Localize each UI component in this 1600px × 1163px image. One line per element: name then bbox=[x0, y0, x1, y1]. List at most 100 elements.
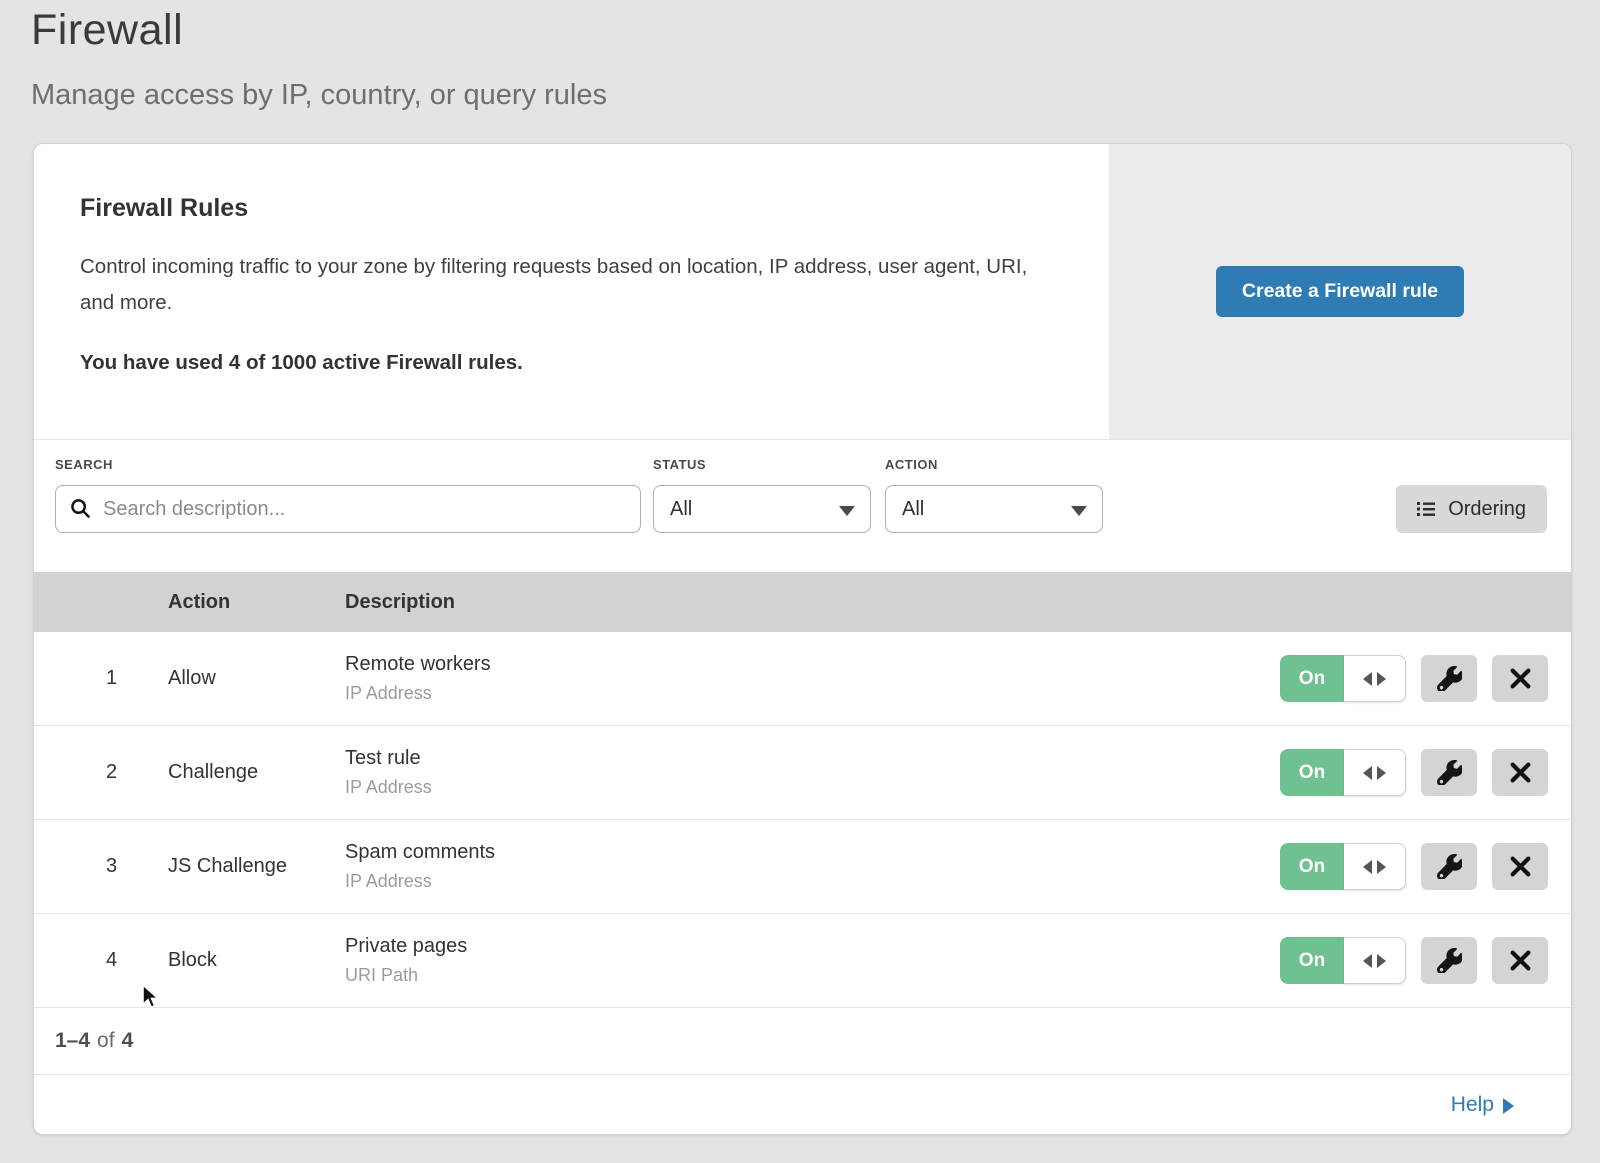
status-select[interactable]: All bbox=[653, 485, 871, 533]
search-icon bbox=[70, 498, 91, 519]
rules-heading: Firewall Rules bbox=[80, 194, 1069, 223]
pagination-of: of bbox=[97, 1029, 115, 1053]
status-filter-group: STATUS All bbox=[653, 457, 871, 533]
rule-controls: On bbox=[1280, 843, 1571, 890]
table-row: 2 Challenge Test rule IP Address On bbox=[34, 726, 1571, 820]
chevron-down-icon bbox=[1071, 506, 1087, 516]
rules-description: Control incoming traffic to your zone by… bbox=[80, 249, 1040, 321]
page-subtitle: Manage access by IP, country, or query r… bbox=[31, 79, 607, 112]
close-icon bbox=[1510, 668, 1531, 689]
close-icon bbox=[1510, 856, 1531, 877]
rule-priority: 1 bbox=[34, 667, 168, 690]
rule-description: Spam comments bbox=[345, 841, 1280, 864]
column-action: Action bbox=[168, 591, 345, 614]
ordering-button-label: Ordering bbox=[1448, 498, 1526, 521]
delete-rule-button[interactable] bbox=[1492, 843, 1548, 890]
edit-rule-button[interactable] bbox=[1421, 655, 1477, 702]
arrow-right-icon bbox=[1377, 860, 1386, 874]
arrow-left-icon bbox=[1363, 860, 1372, 874]
toggle-handle[interactable] bbox=[1344, 749, 1406, 796]
rule-toggle: On bbox=[1280, 655, 1406, 702]
arrow-left-icon bbox=[1363, 766, 1372, 780]
rule-description-cell: Spam comments IP Address bbox=[345, 841, 1280, 892]
toggle-on-button[interactable]: On bbox=[1280, 749, 1344, 796]
rule-action: JS Challenge bbox=[168, 855, 345, 878]
delete-rule-button[interactable] bbox=[1492, 655, 1548, 702]
rule-match-type: IP Address bbox=[345, 777, 1280, 798]
rule-description-cell: Test rule IP Address bbox=[345, 747, 1280, 798]
page-header: Firewall Manage access by IP, country, o… bbox=[31, 6, 607, 112]
rules-intro-section: Firewall Rules Control incoming traffic … bbox=[34, 144, 1571, 440]
column-description: Description bbox=[345, 591, 1571, 614]
delete-rule-button[interactable] bbox=[1492, 937, 1548, 984]
pagination: 1–4 of 4 bbox=[34, 1008, 1571, 1075]
toggle-handle[interactable] bbox=[1344, 843, 1406, 890]
table-row: 1 Allow Remote workers IP Address On bbox=[34, 632, 1571, 726]
rule-match-type: IP Address bbox=[345, 871, 1280, 892]
table-header: Action Description bbox=[34, 572, 1571, 632]
filters-bar: SEARCH STATUS All ACTION bbox=[34, 440, 1571, 572]
page-title: Firewall bbox=[31, 6, 607, 55]
search-label: SEARCH bbox=[55, 457, 641, 472]
arrow-right-icon bbox=[1377, 672, 1386, 686]
toggle-on-button[interactable]: On bbox=[1280, 843, 1344, 890]
firewall-rules-card: Firewall Rules Control incoming traffic … bbox=[33, 143, 1572, 1135]
toggle-handle[interactable] bbox=[1344, 937, 1406, 984]
wrench-icon bbox=[1437, 948, 1462, 973]
rule-description: Private pages bbox=[345, 935, 1280, 958]
rule-description-cell: Remote workers IP Address bbox=[345, 653, 1280, 704]
status-label: STATUS bbox=[653, 457, 871, 472]
toggle-handle[interactable] bbox=[1344, 655, 1406, 702]
rule-match-type: IP Address bbox=[345, 683, 1280, 704]
table-row: 4 Block Private pages URI Path On bbox=[34, 914, 1571, 1008]
pagination-range: 1–4 bbox=[55, 1029, 90, 1053]
arrow-right-icon bbox=[1377, 766, 1386, 780]
edit-rule-button[interactable] bbox=[1421, 749, 1477, 796]
pagination-total: 4 bbox=[122, 1029, 134, 1053]
action-filter-group: ACTION All bbox=[885, 457, 1103, 533]
rules-intro-text: Firewall Rules Control incoming traffic … bbox=[34, 144, 1109, 439]
rule-toggle: On bbox=[1280, 937, 1406, 984]
close-icon bbox=[1510, 950, 1531, 971]
firewall-page: Firewall Manage access by IP, country, o… bbox=[0, 0, 1600, 1163]
rule-priority: 2 bbox=[34, 761, 168, 784]
rule-match-type: URI Path bbox=[345, 965, 1280, 986]
wrench-icon bbox=[1437, 760, 1462, 785]
arrow-left-icon bbox=[1363, 672, 1372, 686]
toggle-on-button[interactable]: On bbox=[1280, 655, 1344, 702]
action-select[interactable]: All bbox=[885, 485, 1103, 533]
action-label: ACTION bbox=[885, 457, 1103, 472]
rule-toggle: On bbox=[1280, 749, 1406, 796]
create-rule-panel: Create a Firewall rule bbox=[1109, 144, 1571, 439]
search-filter-group: SEARCH bbox=[55, 457, 641, 533]
search-input[interactable] bbox=[55, 485, 641, 533]
rule-action: Block bbox=[168, 949, 345, 972]
arrow-right-icon bbox=[1503, 1098, 1514, 1114]
rule-action: Challenge bbox=[168, 761, 345, 784]
rule-description: Remote workers bbox=[345, 653, 1280, 676]
rules-usage-note: You have used 4 of 1000 active Firewall … bbox=[80, 351, 1069, 375]
action-select-value: All bbox=[902, 498, 924, 521]
toggle-on-button[interactable]: On bbox=[1280, 937, 1344, 984]
card-footer: Help bbox=[34, 1075, 1571, 1135]
close-icon bbox=[1510, 762, 1531, 783]
rule-controls: On bbox=[1280, 655, 1571, 702]
chevron-down-icon bbox=[839, 506, 855, 516]
arrow-left-icon bbox=[1363, 954, 1372, 968]
help-link[interactable]: Help bbox=[1451, 1093, 1494, 1117]
search-box bbox=[55, 485, 641, 533]
rule-toggle: On bbox=[1280, 843, 1406, 890]
table-row: 3 JS Challenge Spam comments IP Address … bbox=[34, 820, 1571, 914]
rule-priority: 4 bbox=[34, 949, 168, 972]
edit-rule-button[interactable] bbox=[1421, 843, 1477, 890]
rule-priority: 3 bbox=[34, 855, 168, 878]
rule-description-cell: Private pages URI Path bbox=[345, 935, 1280, 986]
edit-rule-button[interactable] bbox=[1421, 937, 1477, 984]
ordering-button[interactable]: Ordering bbox=[1396, 485, 1547, 533]
arrow-right-icon bbox=[1377, 954, 1386, 968]
wrench-icon bbox=[1437, 666, 1462, 691]
ordered-list-icon bbox=[1417, 501, 1435, 517]
delete-rule-button[interactable] bbox=[1492, 749, 1548, 796]
create-firewall-rule-button[interactable]: Create a Firewall rule bbox=[1216, 266, 1464, 317]
rule-controls: On bbox=[1280, 749, 1571, 796]
